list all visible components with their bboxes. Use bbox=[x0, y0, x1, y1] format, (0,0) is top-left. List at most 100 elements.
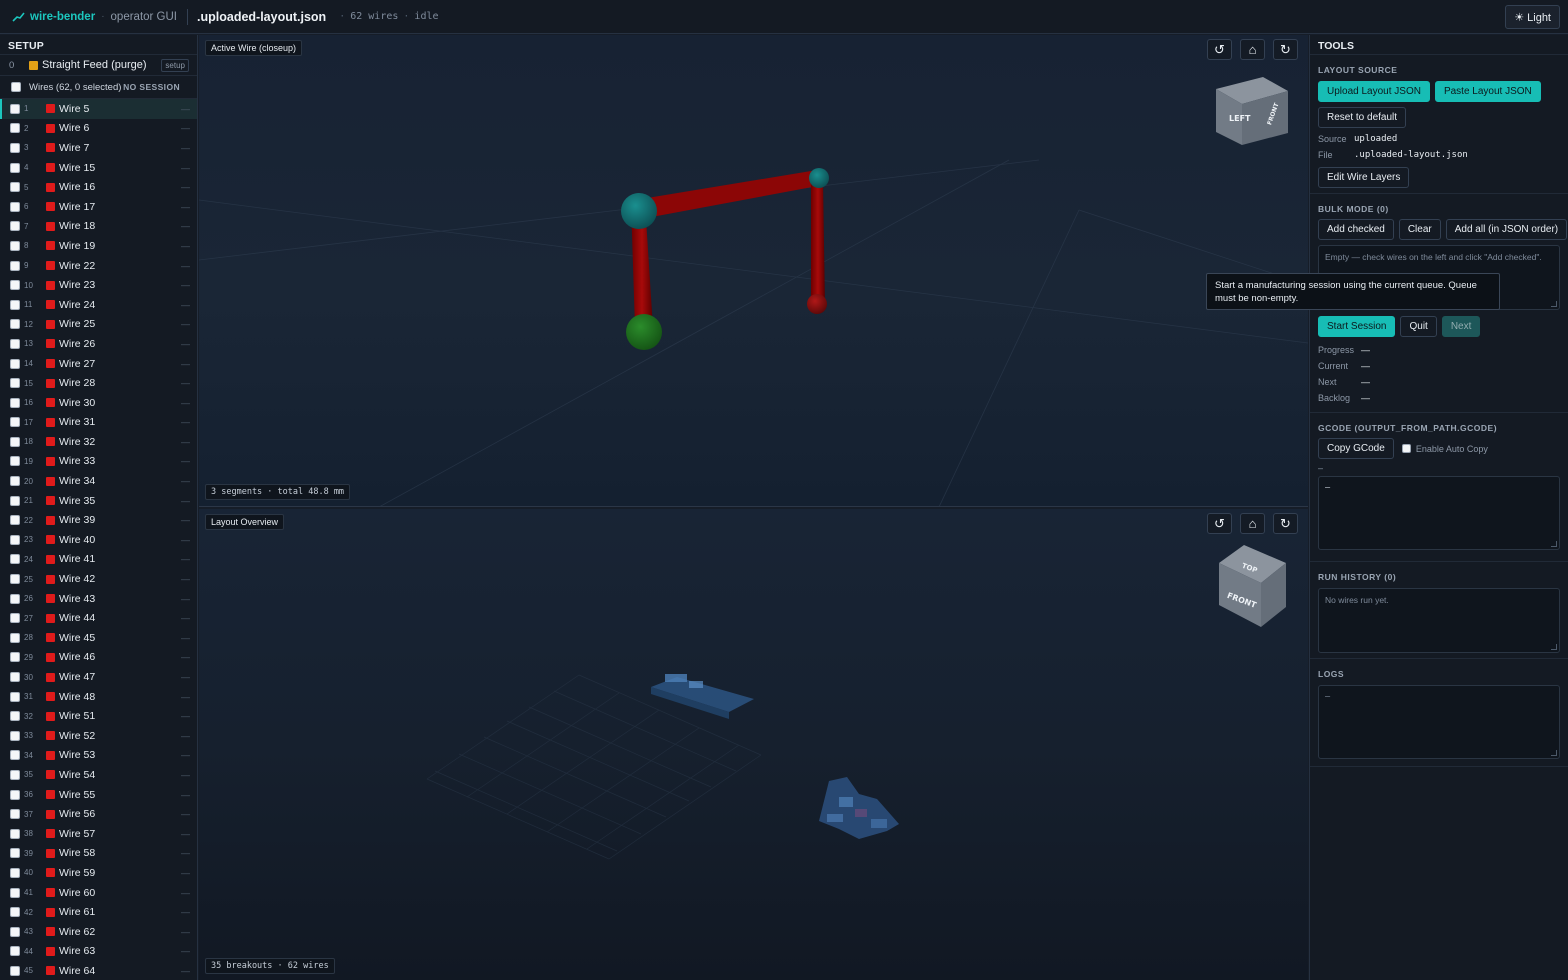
reset-default-button[interactable]: Reset to default bbox=[1318, 107, 1407, 128]
wire-row[interactable]: 20 Wire 34 — bbox=[0, 471, 197, 491]
wire-checkbox[interactable] bbox=[10, 926, 20, 937]
wire-checkbox[interactable] bbox=[10, 593, 20, 604]
wire-row[interactable]: 18 Wire 32 — bbox=[0, 432, 197, 452]
wire-checkbox[interactable] bbox=[10, 338, 20, 349]
view-cube-top-front[interactable]: TOP FRONT bbox=[1219, 545, 1286, 627]
wire-row[interactable]: 43 Wire 62 — bbox=[0, 922, 197, 942]
wire-checkbox[interactable] bbox=[10, 142, 20, 153]
rotate-right-button[interactable]: ↻ bbox=[1273, 513, 1298, 534]
wire-checkbox[interactable] bbox=[10, 221, 20, 232]
wire-row[interactable]: 2 Wire 6 — bbox=[0, 119, 197, 139]
active-wire-viewport[interactable]: LEFT FRONT Active Wire (closeup) ↺ ⌂ ↻ 3… bbox=[199, 35, 1308, 507]
wire-row[interactable]: 44 Wire 63 — bbox=[0, 942, 197, 962]
wire-checkbox[interactable] bbox=[10, 378, 20, 389]
wire-row[interactable]: 27 Wire 44 — bbox=[0, 608, 197, 628]
auto-copy-checkbox[interactable] bbox=[1401, 444, 1411, 453]
wire-row[interactable]: 3 Wire 7 — bbox=[0, 138, 197, 158]
wire-checkbox[interactable] bbox=[10, 319, 20, 330]
wire-checkbox[interactable] bbox=[10, 730, 20, 741]
wire-checkbox[interactable] bbox=[10, 260, 20, 271]
wire-checkbox[interactable] bbox=[10, 182, 20, 193]
start-session-button[interactable]: Start Session bbox=[1318, 316, 1396, 337]
wire-row[interactable]: 23 Wire 40 — bbox=[0, 530, 197, 550]
run-history-textarea[interactable]: No wires run yet. bbox=[1318, 588, 1560, 653]
wire-row[interactable]: 1 Wire 5 — bbox=[0, 99, 197, 119]
wire-checkbox[interactable] bbox=[10, 123, 20, 134]
home-view-button[interactable]: ⌂ bbox=[1240, 513, 1265, 534]
wire-row[interactable]: 30 Wire 47 — bbox=[0, 667, 197, 687]
wire-checkbox[interactable] bbox=[10, 162, 20, 173]
wire-row[interactable]: 8 Wire 19 — bbox=[0, 236, 197, 256]
wire-row[interactable]: 5 Wire 16 — bbox=[0, 177, 197, 197]
wire-checkbox[interactable] bbox=[10, 201, 20, 212]
paste-layout-button[interactable]: Paste Layout JSON bbox=[1434, 81, 1541, 102]
wire-checkbox[interactable] bbox=[10, 554, 20, 565]
wire-checkbox[interactable] bbox=[10, 436, 20, 447]
wire-checkbox[interactable] bbox=[10, 652, 20, 663]
wire-checkbox[interactable] bbox=[10, 103, 20, 114]
wire-checkbox[interactable] bbox=[10, 240, 20, 251]
layout-overview-scene[interactable]: TOP FRONT bbox=[199, 509, 1308, 980]
wire-checkbox[interactable] bbox=[10, 417, 20, 428]
rotate-left-button[interactable]: ↺ bbox=[1207, 39, 1232, 60]
cube-face-left[interactable]: LEFT bbox=[1229, 114, 1251, 123]
wire-row[interactable]: 34 Wire 53 — bbox=[0, 746, 197, 766]
add-checked-button[interactable]: Add checked bbox=[1318, 219, 1394, 240]
wire-row[interactable]: 24 Wire 41 — bbox=[0, 550, 197, 570]
wire-checkbox[interactable] bbox=[10, 907, 20, 918]
select-all-checkbox[interactable] bbox=[11, 82, 21, 92]
wire-checkbox[interactable] bbox=[10, 750, 20, 761]
wire-checkbox[interactable] bbox=[10, 965, 20, 976]
home-view-button[interactable]: ⌂ bbox=[1240, 39, 1265, 60]
wire-row[interactable]: 17 Wire 31 — bbox=[0, 413, 197, 433]
wire-row[interactable]: 29 Wire 46 — bbox=[0, 648, 197, 668]
setup-item-straight-feed[interactable]: 0 Straight Feed (purge) setup bbox=[0, 55, 197, 76]
wire-row[interactable]: 28 Wire 45 — bbox=[0, 628, 197, 648]
wire-checkbox[interactable] bbox=[10, 574, 20, 585]
wire-checkbox[interactable] bbox=[10, 848, 20, 859]
wire-checkbox[interactable] bbox=[10, 769, 20, 780]
wire-row[interactable]: 26 Wire 43 — bbox=[0, 589, 197, 609]
wire-row[interactable]: 32 Wire 51 — bbox=[0, 706, 197, 726]
wire-checkbox[interactable] bbox=[10, 358, 20, 369]
wire-row[interactable]: 16 Wire 30 — bbox=[0, 393, 197, 413]
active-wire-scene[interactable]: LEFT FRONT bbox=[199, 35, 1308, 507]
wire-checkbox[interactable] bbox=[10, 789, 20, 800]
wire-row[interactable]: 42 Wire 61 — bbox=[0, 902, 197, 922]
layout-overview-viewport[interactable]: TOP FRONT Layout Overview ↺ ⌂ ↻ 35 break… bbox=[199, 509, 1308, 980]
gcode-output-textarea[interactable]: – bbox=[1318, 476, 1560, 550]
wire-checkbox[interactable] bbox=[10, 280, 20, 291]
wire-checkbox[interactable] bbox=[10, 397, 20, 408]
wire-row[interactable]: 19 Wire 33 — bbox=[0, 452, 197, 472]
wire-row[interactable]: 9 Wire 22 — bbox=[0, 256, 197, 276]
wire-row[interactable]: 39 Wire 58 — bbox=[0, 844, 197, 864]
next-button[interactable]: Next bbox=[1441, 316, 1481, 337]
wire-row[interactable]: 15 Wire 28 — bbox=[0, 373, 197, 393]
rotate-right-button[interactable]: ↻ bbox=[1273, 39, 1298, 60]
wire-checkbox[interactable] bbox=[10, 691, 20, 702]
view-cube-left-front[interactable]: LEFT FRONT bbox=[1216, 77, 1288, 145]
wire-row[interactable]: 25 Wire 42 — bbox=[0, 569, 197, 589]
wire-checkbox[interactable] bbox=[10, 632, 20, 643]
wire-checkbox[interactable] bbox=[10, 809, 20, 820]
upload-layout-button[interactable]: Upload Layout JSON bbox=[1318, 81, 1430, 102]
wire-checkbox[interactable] bbox=[10, 613, 20, 624]
wire-checkbox[interactable] bbox=[10, 495, 20, 506]
wire-checkbox[interactable] bbox=[10, 299, 20, 310]
wire-row[interactable]: 45 Wire 64 — bbox=[0, 961, 197, 980]
wire-checkbox[interactable] bbox=[10, 828, 20, 839]
wire-row[interactable]: 33 Wire 52 — bbox=[0, 726, 197, 746]
wire-row[interactable]: 41 Wire 60 — bbox=[0, 883, 197, 903]
logs-textarea[interactable]: – bbox=[1318, 685, 1560, 759]
rotate-left-button[interactable]: ↺ bbox=[1207, 513, 1232, 534]
wire-checkbox[interactable] bbox=[10, 534, 20, 545]
wire-checkbox[interactable] bbox=[10, 887, 20, 898]
wire-checkbox[interactable] bbox=[10, 672, 20, 683]
wire-row[interactable]: 35 Wire 54 — bbox=[0, 765, 197, 785]
add-all-button[interactable]: Add all (in JSON order) bbox=[1445, 219, 1568, 240]
wire-checkbox[interactable] bbox=[10, 867, 20, 878]
wire-row[interactable]: 6 Wire 17 — bbox=[0, 197, 197, 217]
wire-checkbox[interactable] bbox=[10, 456, 20, 467]
wire-row[interactable]: 14 Wire 27 — bbox=[0, 354, 197, 374]
wire-row[interactable]: 4 Wire 15 — bbox=[0, 158, 197, 178]
